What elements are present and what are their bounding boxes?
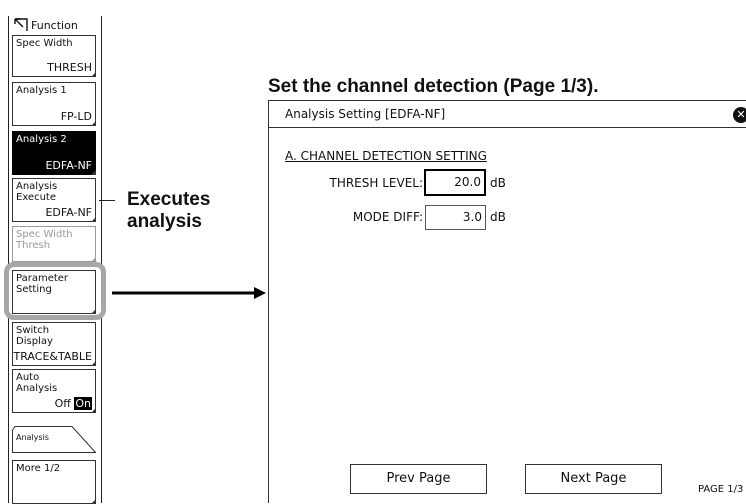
thresh-level-label: THRESH LEVEL: bbox=[329, 176, 423, 190]
softkey-spec-width-thresh[interactable]: Spec Width Thresh bbox=[12, 226, 96, 262]
softkey-more[interactable]: More 1/2 bbox=[12, 460, 96, 504]
softkey-spec-width-label: Spec Width bbox=[16, 38, 73, 49]
softkey-analysis-1-value: FP-LD bbox=[60, 110, 92, 123]
section-title: A. CHANNEL DETECTION SETTING bbox=[285, 149, 487, 163]
execute-leader-line bbox=[99, 200, 115, 201]
softkey-analysis-execute-line1: Analysis bbox=[16, 181, 58, 192]
function-menu-title: Function bbox=[10, 17, 98, 35]
parameter-setting-highlight-frame bbox=[4, 262, 106, 320]
thresh-level-input[interactable]: 20.0 bbox=[424, 169, 486, 196]
page-indicator: PAGE 1/3 bbox=[698, 484, 744, 495]
callout-line-1: Executes bbox=[127, 189, 211, 210]
arrow-right-icon bbox=[112, 287, 266, 299]
softkey-analysis-execute-line2: Execute bbox=[16, 192, 56, 203]
mode-diff-label: MODE DIFF: bbox=[352, 210, 423, 224]
softkey-analysis-execute-value: EDFA-NF bbox=[45, 206, 92, 219]
executes-analysis-callout: Executes analysis bbox=[127, 189, 210, 233]
analysis-tab-label: Analysis bbox=[16, 433, 49, 442]
softkey-switch-display-line1: Switch bbox=[16, 325, 50, 336]
dialog-title: Analysis Setting [EDFA-NF] bbox=[269, 101, 746, 128]
softkey-spec-width-thresh-line2: Thresh bbox=[16, 240, 51, 251]
softkey-auto-analysis-line2: Analysis bbox=[16, 383, 58, 394]
prev-page-button[interactable]: Prev Page bbox=[350, 464, 487, 494]
callout-line-2: analysis bbox=[127, 211, 202, 232]
auto-analysis-toggle[interactable]: Off On bbox=[54, 397, 92, 410]
auto-analysis-on-label: On bbox=[74, 397, 92, 410]
next-page-button[interactable]: Next Page bbox=[525, 464, 662, 494]
softkey-spec-width-value: THRESH bbox=[47, 61, 92, 74]
softkey-switch-display[interactable]: Switch Display TRACE&TABLE bbox=[12, 322, 96, 366]
auto-analysis-off-label: Off bbox=[54, 397, 71, 410]
function-menu-icon bbox=[14, 18, 28, 31]
softkey-auto-analysis[interactable]: Auto Analysis Off On bbox=[12, 369, 96, 413]
softkey-spec-width-thresh-line1: Spec Width bbox=[16, 229, 73, 240]
softkey-analysis-2[interactable]: Analysis 2 EDFA-NF bbox=[12, 131, 96, 175]
thresh-level-unit: dB bbox=[490, 176, 506, 190]
softkey-analysis-1[interactable]: Analysis 1 FP-LD bbox=[12, 82, 96, 126]
softkey-switch-display-value: TRACE&TABLE bbox=[13, 350, 92, 363]
softkey-analysis-execute[interactable]: Analysis Execute EDFA-NF bbox=[12, 178, 96, 222]
softkey-spec-width[interactable]: Spec Width THRESH bbox=[12, 35, 96, 77]
softkey-analysis-1-label: Analysis 1 bbox=[16, 85, 67, 96]
analysis-setting-dialog: Analysis Setting [EDFA-NF] ✕ A. CHANNEL … bbox=[268, 100, 746, 503]
softkey-analysis-2-value: EDFA-NF bbox=[45, 159, 92, 172]
mode-diff-input[interactable]: 3.0 bbox=[425, 205, 486, 230]
softkey-more-label: More 1/2 bbox=[16, 463, 61, 474]
function-title-label: Function bbox=[31, 19, 78, 32]
close-icon[interactable]: ✕ bbox=[733, 107, 746, 123]
mode-diff-unit: dB bbox=[490, 210, 506, 224]
softkey-analysis-2-label: Analysis 2 bbox=[16, 134, 67, 145]
page-heading: Set the channel detection (Page 1/3). bbox=[268, 76, 599, 97]
softkey-auto-analysis-line1: Auto bbox=[16, 372, 40, 383]
softkey-switch-display-line2: Display bbox=[16, 336, 53, 347]
